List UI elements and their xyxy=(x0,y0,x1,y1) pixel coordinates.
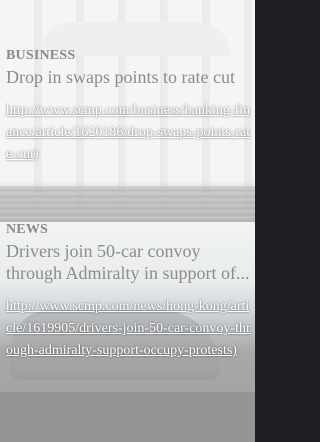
article-headline[interactable]: Drivers join 50-car convoy through Admir… xyxy=(6,240,251,284)
article-content: BUSINESS Drop in swaps points to rate cu… xyxy=(6,48,251,166)
article-headline[interactable]: Drop in swaps points to rate cut xyxy=(6,66,251,88)
article-card[interactable]: BUSINESS Drop in swaps points to rate cu… xyxy=(0,0,255,222)
article-link[interactable]: http://www.scmp.com/business/banking-fin… xyxy=(6,100,251,166)
article-category: NEWS xyxy=(6,222,49,237)
article-card[interactable]: NEWS Drivers join 50-car convoy through … xyxy=(0,222,255,442)
article-link[interactable]: http://www.scmp.com/news/hong-kong/artic… xyxy=(6,296,251,362)
article-content: NEWS Drivers join 50-car convoy through … xyxy=(6,222,251,362)
article-category: BUSINESS xyxy=(6,48,76,63)
